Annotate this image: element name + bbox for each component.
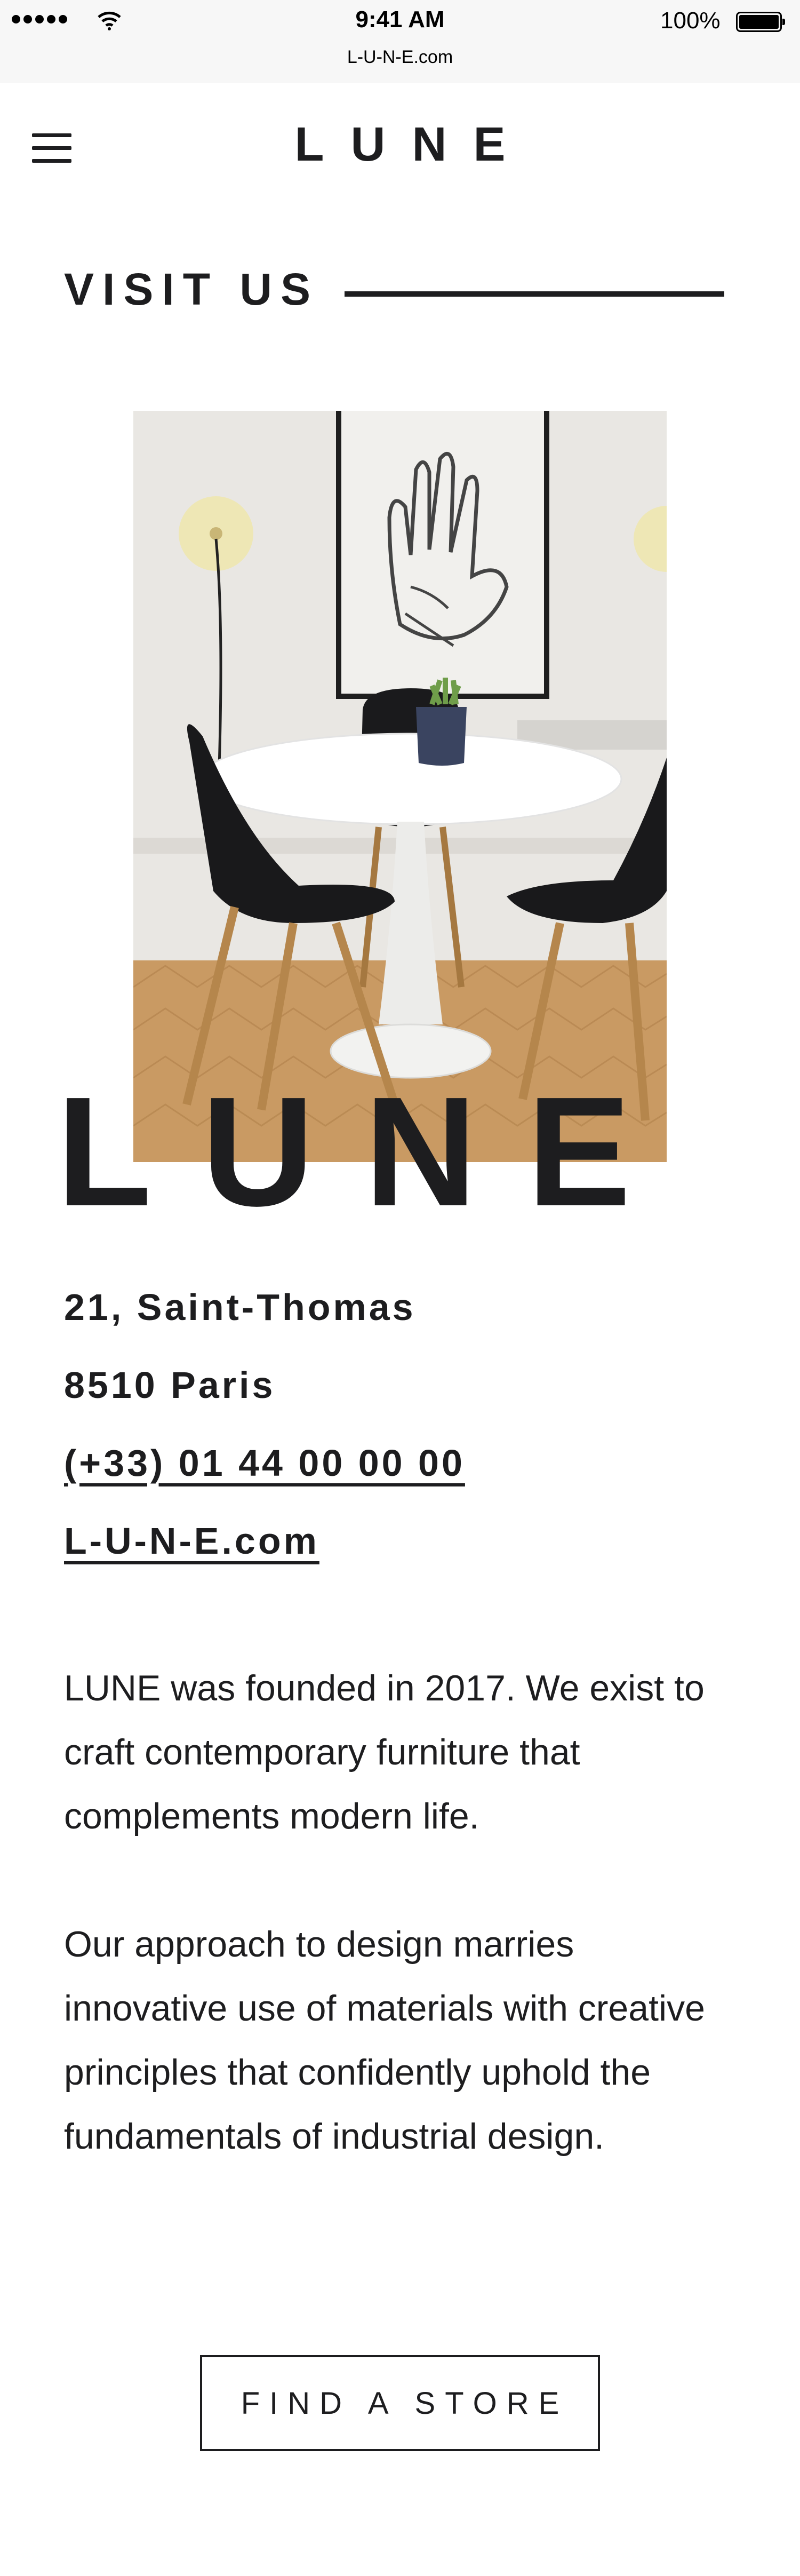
brand-wordmark: LUNE [57,1064,681,1238]
phone-link[interactable]: (+33) 01 44 00 00 00 [64,1442,465,1484]
section-title: VISIT US [64,264,319,314]
battery-icon [736,12,785,32]
about-paragraph-1: LUNE was founded in 2017. We exist to cr… [64,1668,705,1836]
address-bar-url[interactable]: L-U-N-E.com [0,47,800,68]
website-link[interactable]: L-U-N-E.com [64,1520,319,1562]
site-logo[interactable]: LUNE [0,117,800,172]
hero-image [133,411,667,1162]
address-city: 8510 Paris [64,1364,276,1406]
find-a-store-button[interactable]: FIND A STORE [200,2355,600,2451]
address-street: 21, Saint-Thomas [64,1286,416,1328]
section-divider [345,291,724,297]
battery-percentage: 100% [660,7,721,34]
about-paragraph-2: Our approach to design marries innovativ… [64,1924,705,2157]
status-bar: 9:41 AM 100% L-U-N-E.com [0,0,800,83]
